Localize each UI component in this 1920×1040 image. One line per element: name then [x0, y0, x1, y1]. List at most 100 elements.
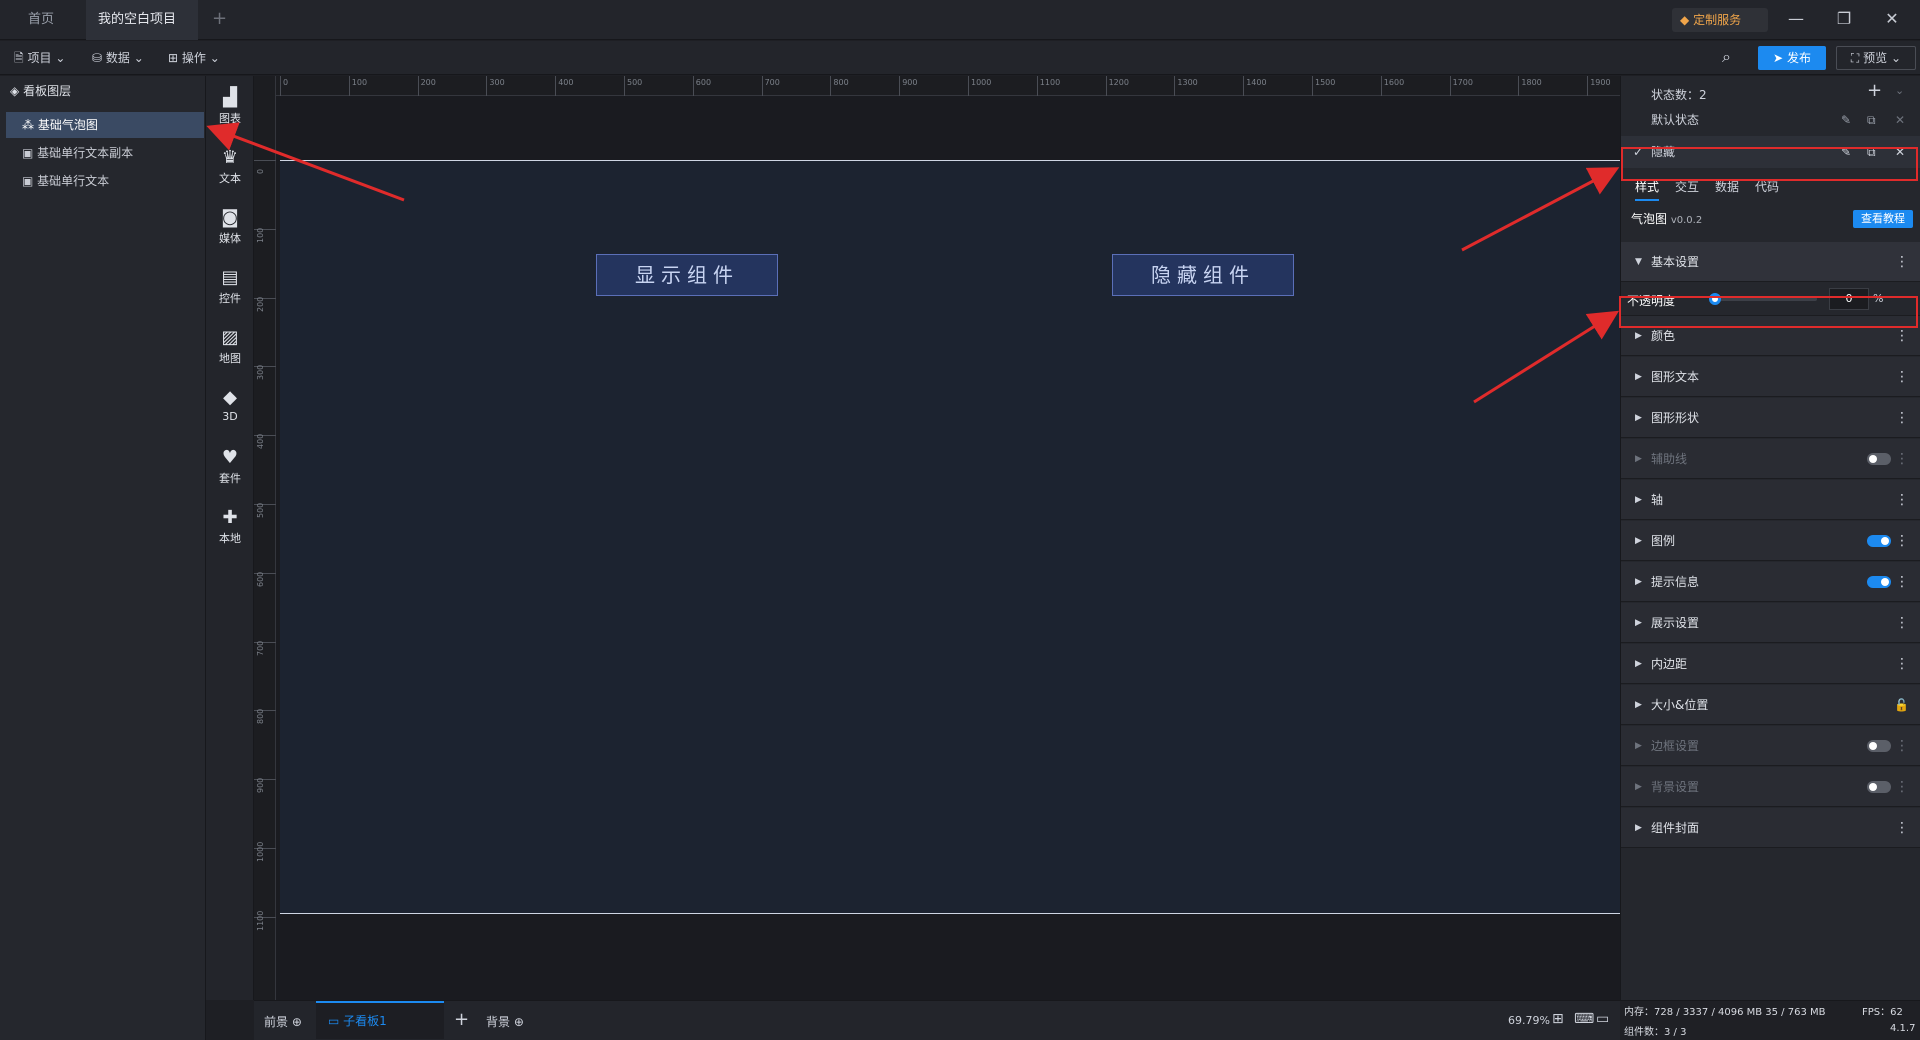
show-component-button[interactable]: 显示组件 [596, 254, 778, 296]
ruler-tick [899, 76, 901, 96]
settings-section[interactable]: ▶ 图形文本 ⋮ [1621, 357, 1920, 397]
settings-section[interactable]: ▶ 轴 ⋮ [1621, 480, 1920, 520]
nav-local[interactable]: ✚ 本地 [206, 502, 254, 558]
section-label: 提示信息 [1651, 575, 1700, 589]
more-icon[interactable]: ⋮ [1895, 357, 1909, 397]
more-icon[interactable]: ⋮ [1895, 439, 1909, 479]
toggle-switch[interactable] [1867, 781, 1891, 793]
ruler-label: 100 [256, 227, 265, 243]
ruler-tick [555, 76, 557, 96]
restore-icon[interactable]: ❐ [1832, 8, 1856, 32]
delete-icon[interactable]: ✕ [1895, 104, 1905, 136]
tab-project[interactable]: 我的空白项目 [86, 0, 198, 64]
ruler-label: 700 [764, 78, 780, 87]
nav-3d[interactable]: ◆ 3D [206, 382, 254, 438]
chart-icon: ▟ [223, 87, 237, 108]
fit-screen-icon[interactable]: ⊞ [1552, 1011, 1564, 1027]
canvas[interactable]: 显示组件 隐藏组件 [276, 96, 1620, 1000]
more-icon[interactable]: ⋮ [1895, 603, 1909, 643]
ruler-label: 700 [256, 640, 265, 656]
caret-right-icon: ▶ [1635, 700, 1642, 710]
settings-section[interactable]: ▶ 内边距 ⋮ [1621, 644, 1920, 684]
settings-section[interactable]: ▶ 边框设置 ⋮ [1621, 726, 1920, 766]
search-icon[interactable]: ⌕ [1722, 47, 1731, 67]
minimize-icon[interactable]: — [1784, 8, 1808, 32]
settings-section[interactable]: ▶ 图形形状 ⋮ [1621, 398, 1920, 438]
settings-section[interactable]: ▶ 组件封面 ⋮ [1621, 808, 1920, 848]
terminal-icon[interactable]: ▭ [1596, 1011, 1609, 1027]
section-basic-settings[interactable]: ▼ 基本设置 ⋮ [1621, 242, 1920, 282]
toggle-switch[interactable] [1867, 576, 1891, 588]
nav-kit[interactable]: ♥ 套件 [206, 442, 254, 498]
add-state-icon[interactable]: + [1867, 80, 1882, 101]
nav-map[interactable]: ▨ 地图 [206, 322, 254, 378]
more-icon[interactable]: ⋮ [1895, 726, 1909, 766]
menu-project[interactable]: 🗎 项目 ⌄ [14, 47, 65, 69]
ruler-label: 800 [833, 78, 849, 87]
layer-item[interactable]: ▣ 基础单行文本 [6, 168, 204, 194]
add-circle-icon[interactable]: ⊕ [514, 1015, 524, 1029]
board-tab[interactable]: ▭ 子看板1 [316, 1001, 444, 1039]
more-icon[interactable]: ⋮ [1895, 767, 1909, 807]
new-tab-icon[interactable]: + [212, 8, 227, 29]
more-icon[interactable]: ⋮ [1895, 521, 1909, 561]
add-board-icon[interactable]: + [454, 1009, 469, 1030]
caret-right-icon: ▶ [1635, 454, 1642, 464]
nav-text[interactable]: ♛ 文本 [206, 142, 254, 198]
nav-chart[interactable]: ▟ 图表 [206, 82, 254, 138]
toggle-switch[interactable] [1867, 740, 1891, 752]
tab-home[interactable]: 首页 [16, 0, 66, 40]
settings-section[interactable]: ▶ 展示设置 ⋮ [1621, 603, 1920, 643]
highlight-box [1621, 147, 1918, 181]
hide-component-button[interactable]: 隐藏组件 [1112, 254, 1294, 296]
more-icon[interactable]: ⋮ [1895, 562, 1909, 602]
chevron-down-icon: ⌄ [209, 51, 220, 65]
custom-service-button[interactable]: ◆ 定制服务 [1672, 8, 1768, 32]
close-window-icon[interactable]: ✕ [1880, 8, 1904, 32]
edit-icon[interactable]: ✎ [1841, 104, 1851, 136]
publish-button[interactable]: ➤ 发布 [1758, 46, 1826, 70]
ruler-tick [761, 76, 763, 96]
background-tab[interactable]: 背景 ⊕ [486, 1013, 524, 1030]
component-nav: ▟ 图表 ♛ 文本 ◙ 媒体 ▤ 控件 ▨ 地图 ◆ 3D ♥ 套件 ✚ 本地 [206, 76, 254, 1000]
ruler-label: 1100 [1039, 78, 1061, 87]
zoom-level[interactable]: 69.79% [1508, 1014, 1550, 1027]
layers-panel: ◈ 看板图层 ⁂ 基础气泡图 ▣ 基础单行文本副本 ▣ 基础单行文本 [0, 76, 206, 1040]
settings-section[interactable]: ▶ 提示信息 ⋮ [1621, 562, 1920, 602]
toggle-switch[interactable] [1867, 535, 1891, 547]
ruler-tick [624, 76, 625, 96]
keyboard-icon[interactable]: ⌨ [1574, 1011, 1594, 1027]
section-label: 大小&位置 [1651, 698, 1709, 712]
menu-operation[interactable]: ⊞ 操作 ⌄ [168, 47, 220, 69]
copy-icon[interactable]: ⧉ [1867, 104, 1876, 136]
menu-data[interactable]: ⛁ 数据 ⌄ [92, 47, 144, 69]
settings-section[interactable]: ▶ 大小&位置 🔓 [1621, 685, 1920, 725]
settings-section[interactable]: ▶ 图例 ⋮ [1621, 521, 1920, 561]
tutorial-button[interactable]: 查看教程 [1853, 210, 1913, 228]
state-item-default[interactable]: 默认状态 ✎ ⧉ ✕ [1621, 104, 1920, 136]
foreground-tab[interactable]: 前景 ⊕ [264, 1013, 302, 1030]
layer-item[interactable]: ⁂ 基础气泡图 [6, 112, 204, 138]
toggle-switch[interactable] [1867, 453, 1891, 465]
nav-media[interactable]: ◙ 媒体 [206, 202, 254, 258]
ruler-label: 1100 [256, 910, 265, 931]
more-icon[interactable]: ⋮ [1895, 644, 1909, 684]
add-circle-icon[interactable]: ⊕ [292, 1015, 302, 1029]
layer-item[interactable]: ▣ 基础单行文本副本 [6, 140, 204, 166]
ruler-label: 1400 [1246, 78, 1267, 87]
chevron-down-icon[interactable]: ⌄ [1895, 84, 1904, 97]
settings-section[interactable]: ▶ 背景设置 ⋮ [1621, 767, 1920, 807]
more-icon[interactable]: ⋮ [1895, 398, 1909, 438]
nav-control[interactable]: ▤ 控件 [206, 262, 254, 318]
preview-button[interactable]: ⛶ 预览 ⌄ [1836, 46, 1916, 70]
more-icon[interactable]: ⋮ [1895, 808, 1909, 848]
kit-icon: ♥ [221, 447, 239, 468]
chevron-down-icon: ⌄ [1891, 51, 1902, 65]
tab-style[interactable]: 样式 [1635, 178, 1660, 201]
settings-section[interactable]: ▶ 辅助线 ⋮ [1621, 439, 1920, 479]
more-icon[interactable]: ⋮ [1895, 480, 1909, 520]
section-label: 图形形状 [1651, 411, 1700, 425]
lock-icon[interactable]: 🔓 [1894, 685, 1909, 725]
more-icon[interactable]: ⋮ [1895, 242, 1909, 282]
dashboard-board[interactable]: 显示组件 隐藏组件 [280, 160, 1620, 914]
